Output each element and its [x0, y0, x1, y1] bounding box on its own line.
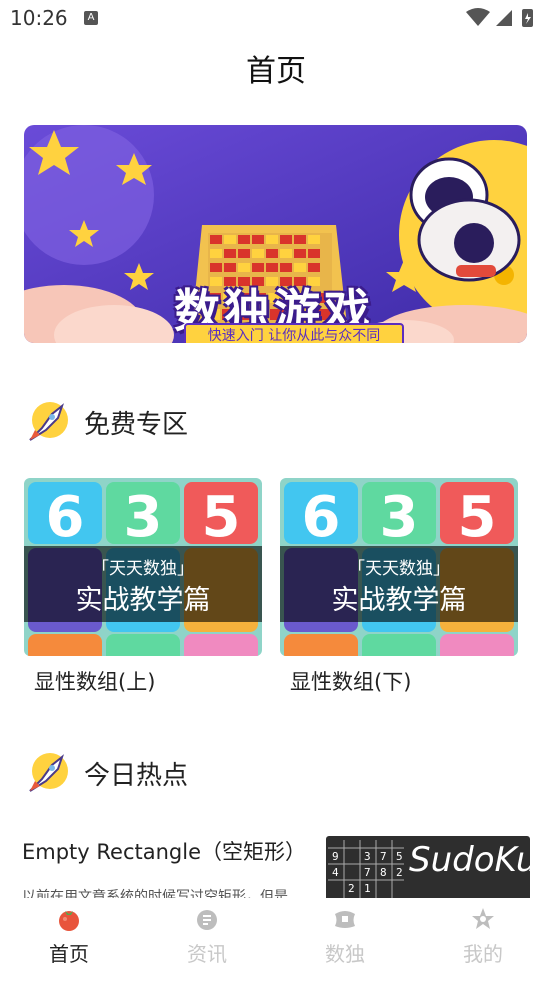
article-title: Empty Rectangle（空矩形）: [22, 840, 307, 864]
tab-label: 我的: [463, 942, 503, 966]
card-thumbnail: 6 3 5 「天天数独」 实战教学篇: [24, 478, 262, 656]
course-card[interactable]: 6 3 5 「天天数独」 实战教学篇 显性数组(下): [280, 478, 518, 696]
tab-label: 数独: [325, 942, 365, 966]
section-title: 今日热点: [84, 761, 189, 791]
notification-icon: A: [84, 11, 98, 25]
chalk-grid: 9375 4782 21: [328, 840, 404, 898]
tab-label: 资讯: [187, 942, 227, 966]
svg-text:5: 5: [202, 485, 241, 550]
svg-text:9: 9: [332, 850, 339, 863]
svg-text:4: 4: [332, 866, 339, 879]
card-thumbnail: 6 3 5 「天天数独」 实战教学篇: [280, 478, 518, 656]
status-time: 10:26: [10, 6, 68, 30]
svg-text:6: 6: [302, 485, 341, 550]
tab-sudoku[interactable]: 数独: [276, 906, 414, 967]
svg-text:5: 5: [396, 850, 403, 863]
news-icon: [197, 910, 217, 930]
tab-home[interactable]: 首页: [0, 906, 138, 967]
svg-text:7: 7: [364, 866, 371, 879]
card-thumb-subtitle: 「天天数独」: [92, 559, 194, 579]
bottom-tab-bar: 首页 资讯 数独 我的: [0, 898, 552, 983]
wifi-icon: [466, 8, 490, 26]
svg-text:7: 7: [380, 850, 387, 863]
page-title: 首页: [246, 54, 306, 89]
article-thumb-text: SudoKu: [409, 840, 530, 880]
profile-icon: [472, 908, 494, 929]
rocket-icon: [29, 402, 68, 441]
card-thumb-subtitle: 「天天数独」: [348, 559, 450, 579]
card-caption: 显性数组(下): [290, 670, 412, 694]
tomato-icon: [59, 911, 79, 931]
svg-text:6: 6: [46, 485, 85, 550]
svg-text:3: 3: [380, 485, 419, 550]
svg-text:8: 8: [380, 866, 387, 879]
tab-news[interactable]: 资讯: [138, 906, 276, 967]
card-caption: 显性数组(上): [34, 670, 156, 694]
svg-text:3: 3: [124, 485, 163, 550]
free-section-header: 免费专区: [22, 400, 322, 444]
svg-text:2: 2: [396, 866, 403, 879]
tab-profile[interactable]: 我的: [414, 906, 552, 967]
svg-text:1: 1: [364, 882, 371, 895]
sudoku-icon: [335, 911, 355, 928]
svg-text:2: 2: [348, 882, 355, 895]
system-status-icons: [466, 8, 533, 27]
rocket-icon: [29, 753, 68, 792]
article-thumbnail[interactable]: 9375 4782 21 SudoKu: [326, 836, 530, 898]
course-card[interactable]: 6 3 5 「天天数独」 实战教学篇 显性数组(上): [24, 478, 262, 696]
signal-icon: [496, 10, 512, 26]
banner-subtitle: 快速入门 让你从此与众不同: [184, 323, 404, 343]
card-thumb-title: 实战教学篇: [75, 585, 211, 616]
svg-text:5: 5: [458, 485, 497, 550]
tab-label: 首页: [49, 942, 89, 966]
promo-banner[interactable]: 数独游戏 快速入门 让你从此与众不同: [24, 125, 527, 343]
svg-text:3: 3: [364, 850, 371, 863]
hot-section-header: 今日热点: [22, 751, 322, 795]
card-thumb-title: 实战教学篇: [331, 585, 467, 616]
status-bar: 10:26 A: [0, 0, 552, 36]
section-title: 免费专区: [84, 410, 189, 440]
article-item[interactable]: Empty Rectangle（空矩形） 以前在用文章系统的时候写过空矩形，但是: [22, 836, 322, 906]
